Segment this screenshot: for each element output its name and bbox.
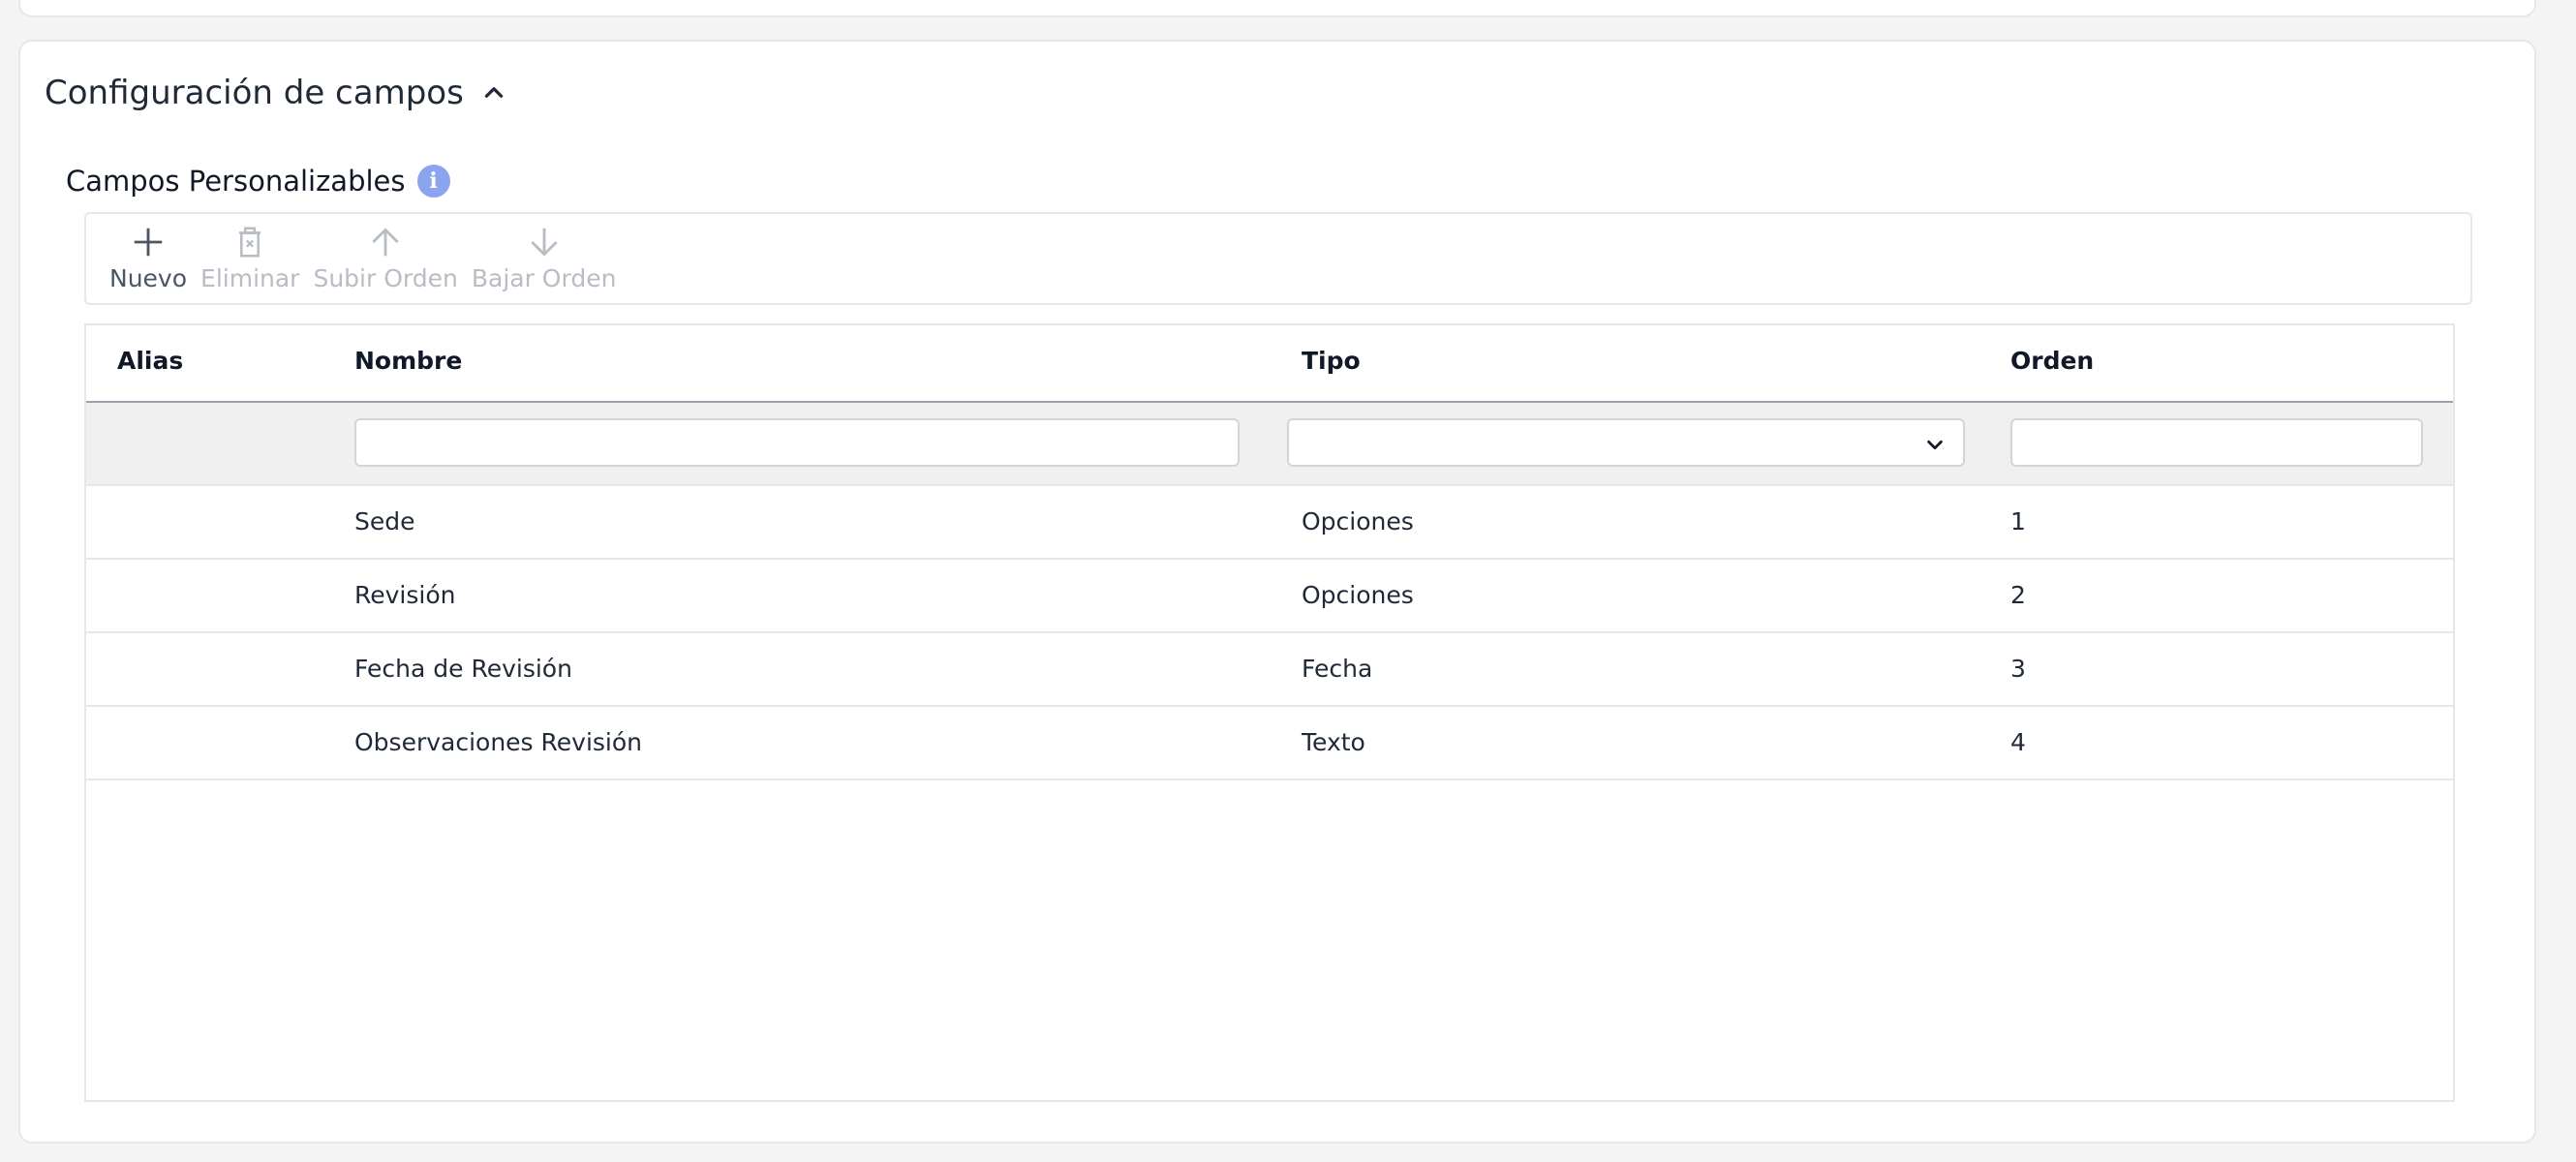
column-header-orden[interactable]: Orden (2010, 347, 2094, 375)
move-down-button[interactable]: Bajar Orden (471, 214, 617, 292)
info-icon[interactable]: i (416, 165, 450, 198)
chevron-up-icon (484, 87, 504, 98)
table-row[interactable]: Fecha de Revisión Fecha 3 (86, 633, 2453, 707)
custom-fields-header: Campos Personalizables i (66, 165, 450, 198)
custom-fields-grid: Alias Nombre Tipo Orden Sede Opciones 1 … (84, 323, 2455, 1102)
delete-button[interactable]: Eliminar (200, 214, 299, 292)
previous-card (18, 0, 2536, 17)
column-header-tipo[interactable]: Tipo (1302, 347, 1361, 375)
filter-row (86, 403, 2453, 486)
cell-tipo: Opciones (1302, 507, 1414, 535)
orden-filter-input[interactable] (2010, 418, 2423, 467)
grid-header: Alias Nombre Tipo Orden (86, 325, 2453, 403)
table-row[interactable]: Revisión Opciones 2 (86, 560, 2453, 633)
delete-button-label: Eliminar (200, 264, 300, 292)
nombre-filter-input[interactable] (354, 418, 1240, 467)
chevron-down-icon (1927, 440, 1943, 450)
cell-nombre: Sede (354, 507, 415, 535)
cell-orden: 2 (2010, 581, 2026, 609)
plus-icon (134, 228, 163, 257)
cell-tipo: Opciones (1302, 581, 1414, 609)
cell-tipo: Fecha (1302, 655, 1373, 683)
grid-toolbar: Nuevo Eliminar Subir Orden Bajar Orden (84, 212, 2472, 305)
cell-nombre: Observaciones Revisión (354, 728, 643, 756)
cell-orden: 1 (2010, 507, 2026, 535)
move-up-button-label: Subir Orden (313, 264, 458, 292)
tipo-filter-select[interactable] (1287, 418, 1965, 467)
cell-orden: 4 (2010, 728, 2026, 756)
table-row[interactable]: Observaciones Revisión Texto 4 (86, 707, 2453, 780)
section-title: Configuración de campos (45, 74, 464, 112)
move-down-button-label: Bajar Orden (471, 264, 617, 292)
cell-tipo: Texto (1302, 728, 1365, 756)
table-row[interactable]: Sede Opciones 1 (86, 486, 2453, 560)
cell-orden: 3 (2010, 655, 2026, 683)
new-button[interactable]: Nuevo (109, 214, 187, 292)
move-up-button[interactable]: Subir Orden (313, 214, 458, 292)
trash-icon (239, 227, 261, 258)
custom-fields-title: Campos Personalizables (66, 165, 406, 198)
arrow-up-icon (372, 228, 399, 257)
column-header-nombre[interactable]: Nombre (354, 347, 462, 375)
section-header-toggle[interactable]: Configuración de campos (45, 74, 506, 112)
cell-nombre: Fecha de Revisión (354, 655, 572, 683)
new-button-label: Nuevo (109, 264, 188, 292)
cell-nombre: Revisión (354, 581, 456, 609)
column-header-alias[interactable]: Alias (117, 347, 183, 375)
arrow-down-icon (530, 228, 558, 257)
